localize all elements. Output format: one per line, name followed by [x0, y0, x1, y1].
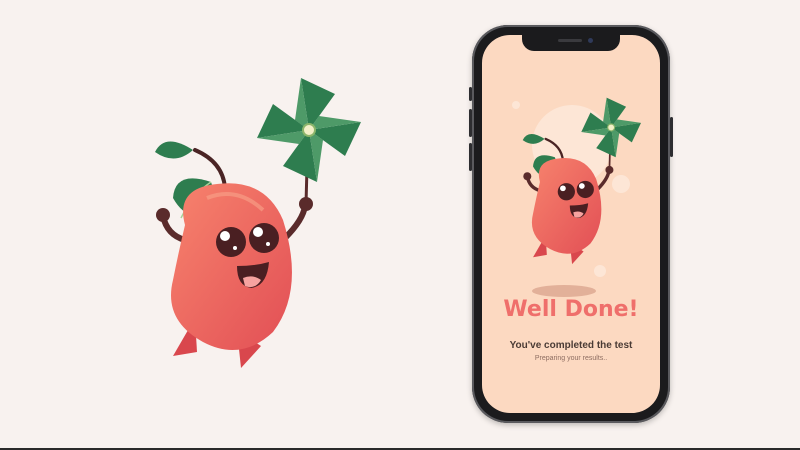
volume-up-button: [469, 109, 472, 137]
pinwheel-icon: [257, 78, 361, 182]
app-screen: Well Done! You've completed the test Pre…: [482, 35, 660, 413]
phone-notch: [522, 35, 620, 51]
mascot-illustration: [155, 78, 361, 368]
mascot-shadow: [532, 285, 596, 297]
volume-down-button: [469, 143, 472, 171]
mute-switch: [469, 87, 472, 101]
camera-icon: [588, 38, 593, 43]
status-text: Preparing your results..: [534, 355, 608, 362]
phone-mockup: Well Done! You've completed the test Pre…: [469, 25, 673, 423]
speaker-grille: [558, 39, 582, 42]
page-title: Well Done!: [503, 297, 639, 322]
pinwheel-icon: [581, 97, 641, 158]
power-button: [670, 117, 673, 157]
completion-message: You've completed the test: [509, 340, 633, 351]
mascot-illustration: [522, 97, 641, 265]
